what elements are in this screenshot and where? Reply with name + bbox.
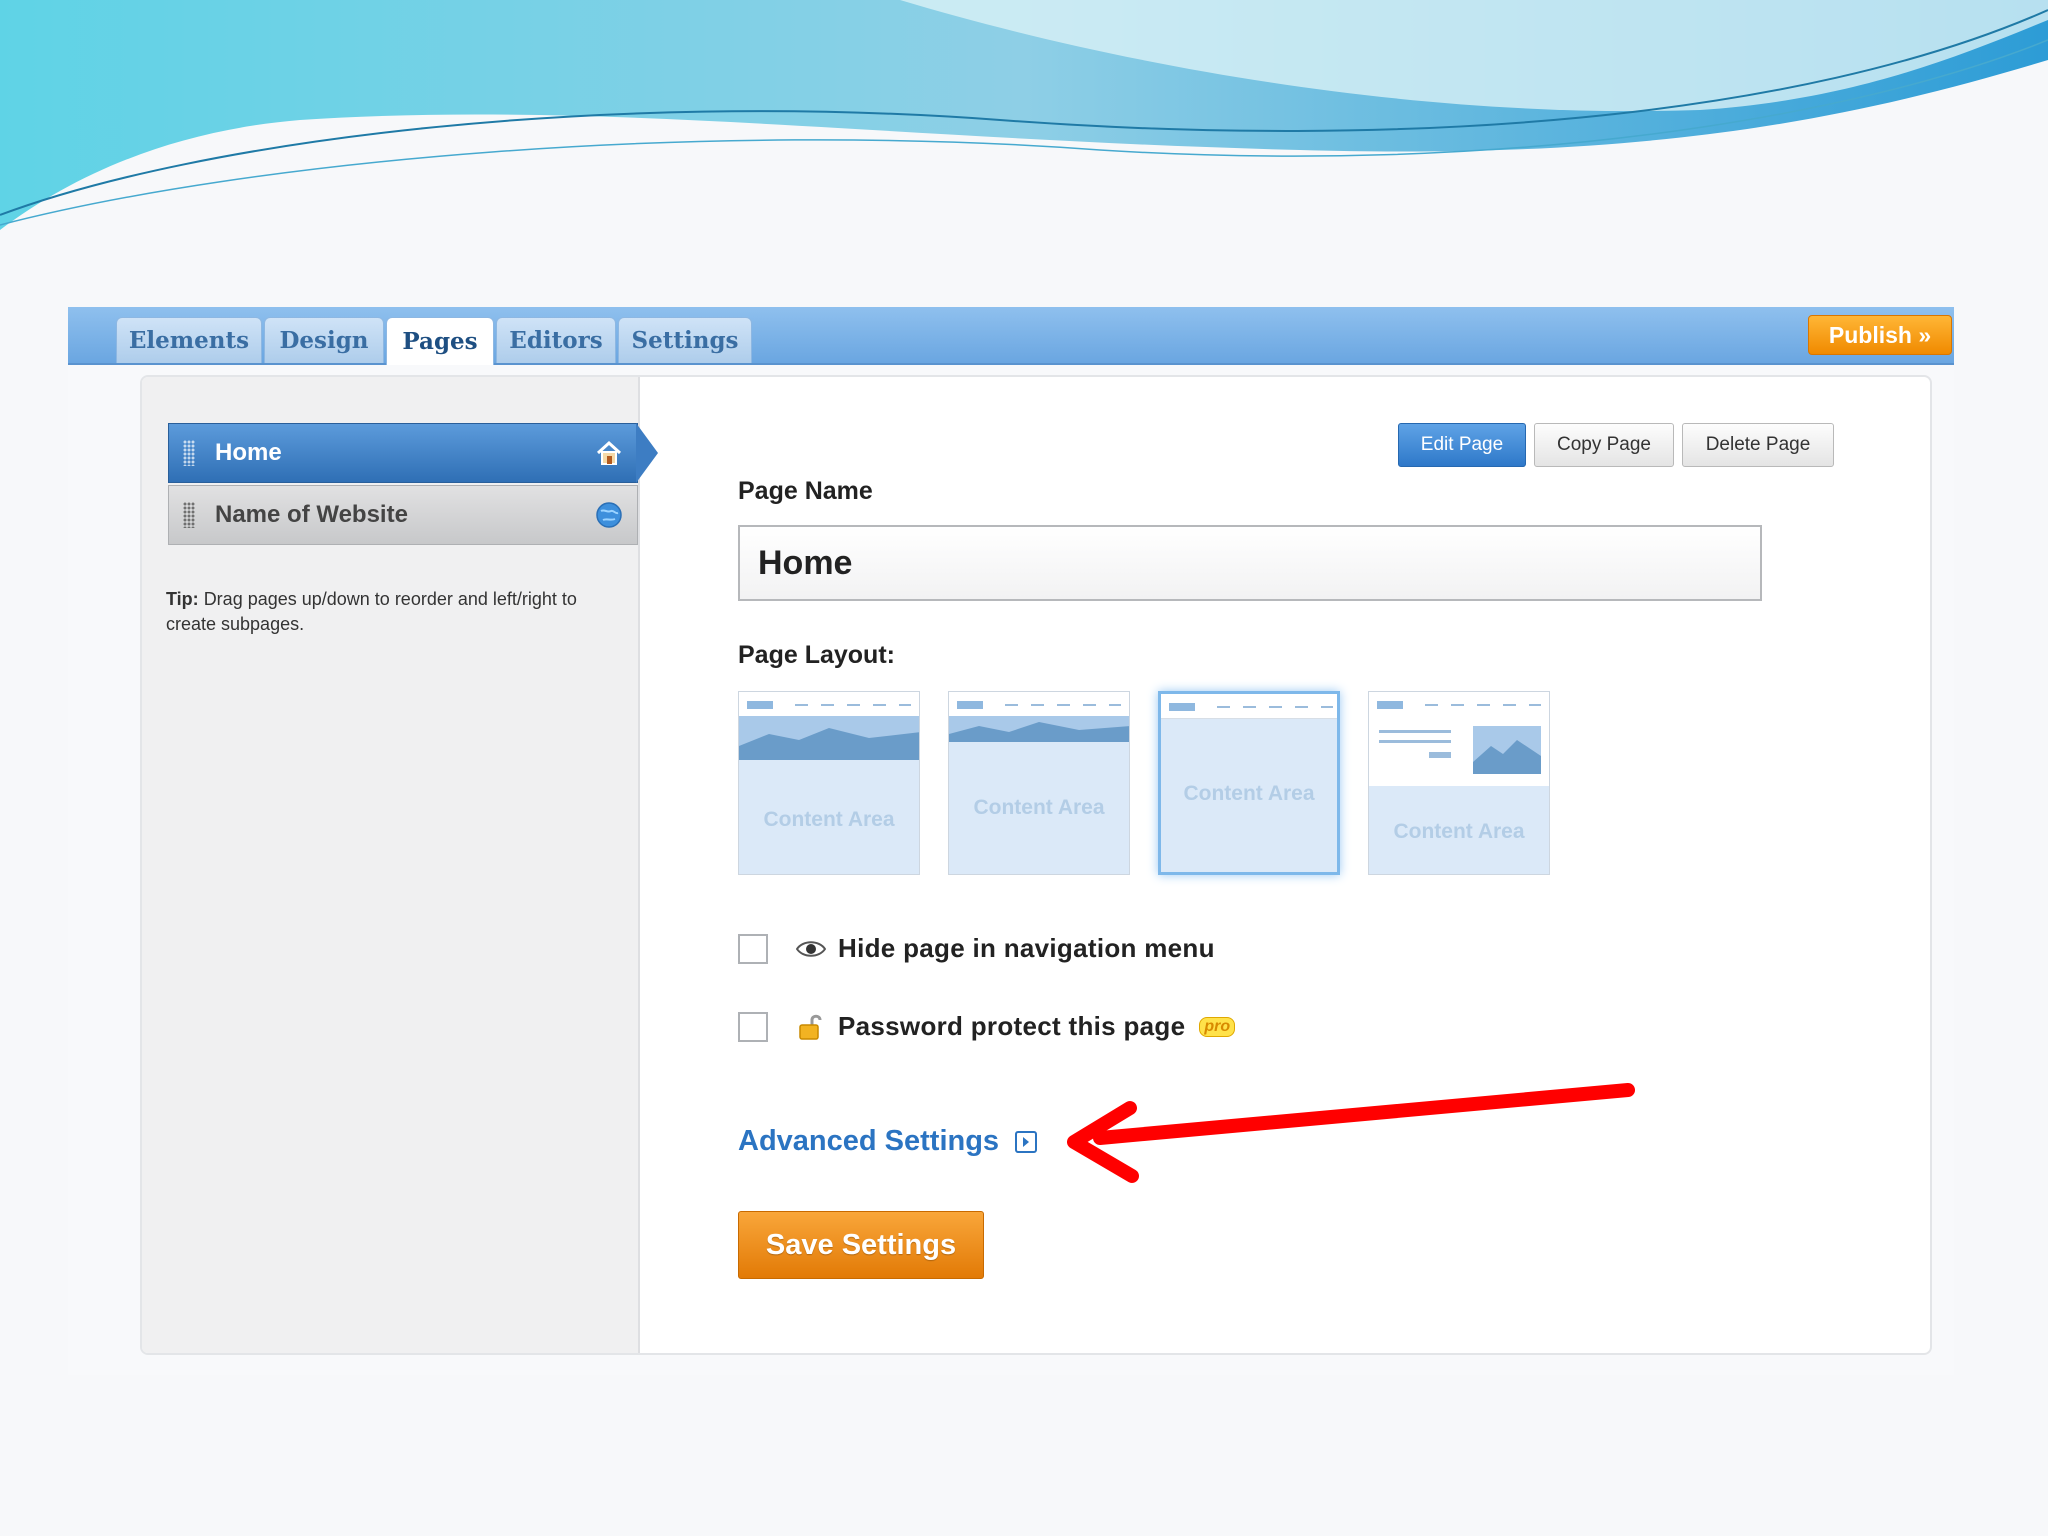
banner-mountain-icon (739, 716, 919, 760)
tab-bar: Elements Design Pages Editors Settings P… (68, 307, 1954, 365)
page-name-input[interactable]: Home (738, 525, 1762, 601)
layout-content-area-text: Content Area (763, 808, 895, 831)
publish-button[interactable]: Publish » (1808, 315, 1952, 355)
layout-header-preview (949, 692, 1129, 717)
annotation-arrow-icon (1067, 1083, 1635, 1183)
hide-nav-label: Hide page in navigation menu (838, 933, 1215, 963)
banner-mountain-icon (949, 716, 1129, 742)
tab-design[interactable]: Design (264, 317, 384, 363)
hide-nav-option: Hide page in navigation menu (738, 933, 1215, 964)
layout-content-area-text: Content Area (1393, 820, 1525, 843)
password-label: Password protect this page (838, 1011, 1186, 1041)
home-icon (595, 439, 623, 467)
image-placeholder-icon (1473, 726, 1541, 774)
globe-icon (595, 501, 623, 529)
layout-option-text-and-image[interactable]: Content Area (1368, 691, 1550, 875)
copy-page-button[interactable]: Copy Page (1534, 423, 1674, 467)
edit-page-button[interactable]: Edit Page (1398, 423, 1526, 467)
page-item-label: Home (215, 439, 282, 466)
page-action-buttons: Edit Page Copy Page Delete Page (1398, 423, 1834, 467)
tip-text: Drag pages up/down to reorder and left/r… (166, 589, 577, 634)
lock-icon (796, 1013, 826, 1041)
site-builder-app: Elements Design Pages Editors Settings P… (68, 307, 1954, 1375)
advanced-settings-link[interactable]: Advanced Settings (738, 1125, 1038, 1158)
page-item-label: Name of Website (215, 501, 408, 528)
password-option: Password protect this page pro (738, 1011, 1236, 1042)
layout-header-preview (739, 692, 919, 717)
layout-option-tall-banner[interactable]: Content Area (738, 691, 920, 875)
layout-option-no-banner[interactable]: Content Area (1158, 691, 1340, 875)
tip-label: Tip: (166, 589, 199, 609)
password-checkbox[interactable] (738, 1011, 768, 1042)
page-list-sidebar: Home Name of Website Tip: Drag pages up/… (142, 377, 640, 1353)
expand-arrow-icon (1015, 1130, 1038, 1153)
tab-elements[interactable]: Elements (116, 317, 262, 363)
eye-icon (796, 939, 826, 959)
layout-content-area-text: Content Area (1183, 782, 1315, 805)
tab-pages[interactable]: Pages (386, 317, 494, 365)
layout-intro-section (1369, 716, 1549, 786)
layout-header-preview (1161, 694, 1337, 719)
advanced-settings-label: Advanced Settings (738, 1125, 1000, 1157)
pages-panel: Home Name of Website Tip: Drag pages up/… (140, 375, 1932, 1355)
layout-content-area-text: Content Area (973, 796, 1105, 819)
page-item-home[interactable]: Home (168, 423, 638, 483)
drag-handle-icon[interactable] (183, 440, 195, 466)
layout-option-short-banner[interactable]: Content Area (948, 691, 1130, 875)
drag-handle-icon[interactable] (183, 502, 195, 528)
delete-page-button[interactable]: Delete Page (1682, 423, 1834, 467)
tab-settings[interactable]: Settings (618, 317, 752, 363)
selection-pointer (636, 423, 658, 483)
page-name-label: Page Name (738, 477, 873, 505)
hide-nav-checkbox[interactable] (738, 933, 768, 964)
reorder-tip: Tip: Drag pages up/down to reorder and l… (166, 587, 586, 637)
save-settings-button[interactable]: Save Settings (738, 1211, 984, 1279)
page-layout-label: Page Layout: (738, 641, 895, 669)
pro-badge: pro (1199, 1016, 1236, 1037)
layout-header-preview (1369, 692, 1549, 717)
background-swoosh (0, 0, 2048, 230)
page-item-name-of-website[interactable]: Name of Website (168, 485, 638, 545)
tab-editors[interactable]: Editors (496, 317, 616, 363)
